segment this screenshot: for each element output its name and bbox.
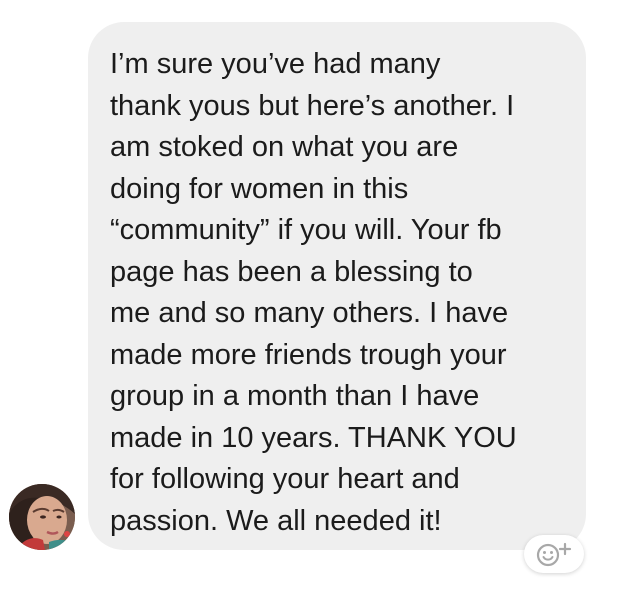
avatar[interactable] bbox=[9, 484, 75, 550]
message-thread: I’m sure you’ve had many thank yous but … bbox=[0, 0, 638, 600]
add-reaction-smiley-plus-icon bbox=[536, 542, 572, 567]
message-bubble[interactable]: I’m sure you’ve had many thank yous but … bbox=[88, 22, 586, 550]
add-reaction-button[interactable] bbox=[524, 535, 584, 573]
message-text: I’m sure you’ve had many thank yous but … bbox=[110, 48, 517, 537]
avatar-photo bbox=[9, 484, 75, 550]
